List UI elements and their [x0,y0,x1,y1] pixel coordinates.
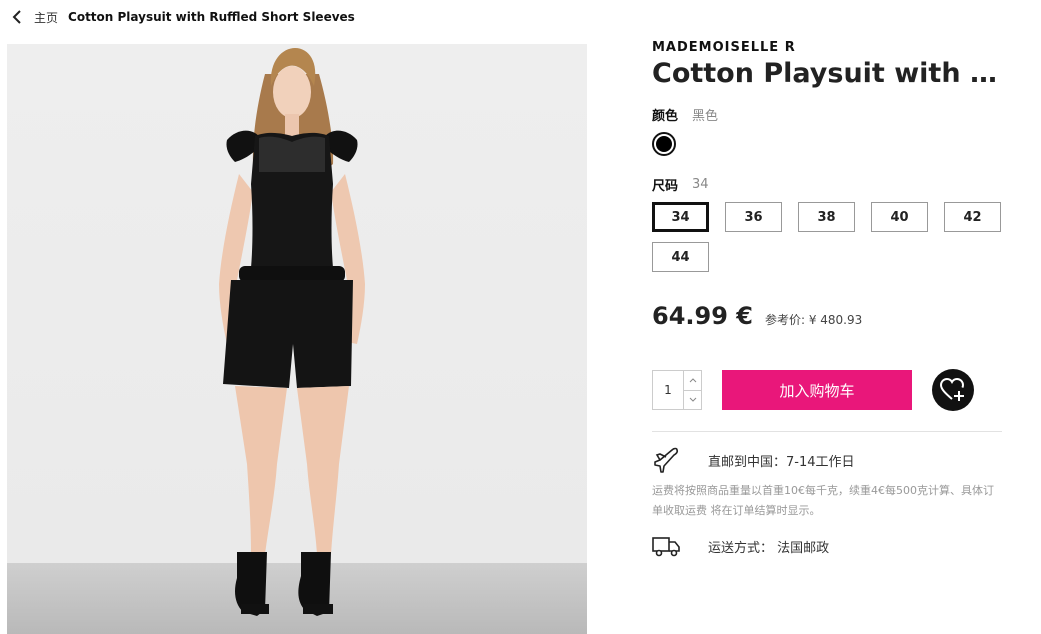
truck-icon [652,532,680,560]
airplane-icon [652,446,680,474]
color-swatch-fill [656,136,672,152]
size-button-38[interactable]: 38 [798,202,855,232]
product-details: MADEMOISELLE R Cotton Playsuit with Ruff… [652,40,1004,561]
breadcrumb-current: Cotton Playsuit with Ruffled Short Sleev… [68,10,355,24]
size-button-34[interactable]: 34 [652,202,709,232]
price: 64.99 € [652,302,753,330]
size-button-44[interactable]: 44 [652,242,709,272]
size-button-42[interactable]: 42 [944,202,1001,232]
size-selector: 34 36 38 40 42 44 [652,202,1004,272]
size-label: 尺码 [652,179,679,194]
back-arrow-icon[interactable] [8,8,26,26]
breadcrumb: 主页 Cotton Playsuit with Ruffled Short Sl… [8,6,355,28]
size-button-36[interactable]: 36 [725,202,782,232]
size-value: 34 [692,177,709,192]
product-brand[interactable]: MADEMOISELLE R [652,40,1004,55]
price-row: 64.99 € 参考价: ¥ 480.93 [652,302,1004,330]
reference-price: 参考价: ¥ 480.93 [764,313,863,327]
color-option: 颜色 黑色 [652,105,1004,124]
quantity-decrease-icon[interactable] [684,391,701,410]
shipping-direct-text: 直邮到中国：7-14工作日 [708,454,855,470]
cart-row: 1 加入购物车 [652,369,1004,411]
color-swatch-black[interactable] [652,132,676,156]
color-label: 颜色 [652,109,679,124]
delivery-method-row: 运送方式： 法国邮政 [652,531,1004,561]
shipping-note: 运费将按照商品重量以首重10€每千克，续重4€每500克计算、具体订单收取运费 … [652,484,994,517]
size-option: 尺码 34 [652,175,1004,194]
divider [652,431,1002,432]
delivery-method-text: 运送方式： 法国邮政 [708,540,830,556]
size-button-40[interactable]: 40 [871,202,928,232]
quantity-input[interactable]: 1 [653,371,683,409]
quantity-arrows [683,371,701,409]
product-title: Cotton Playsuit with Ruffled Short Sleev… [652,58,1004,89]
heart-plus-icon[interactable] [932,369,974,411]
product-image [7,44,587,634]
color-value: 黑色 [692,109,719,124]
quantity-stepper[interactable]: 1 [652,370,702,410]
add-to-cart-button[interactable]: 加入购物车 [722,370,912,410]
shipping-direct-row: 直邮到中国：7-14工作日 [652,445,1004,475]
breadcrumb-home-link[interactable]: 主页 [34,9,58,26]
quantity-increase-icon[interactable] [684,371,701,391]
